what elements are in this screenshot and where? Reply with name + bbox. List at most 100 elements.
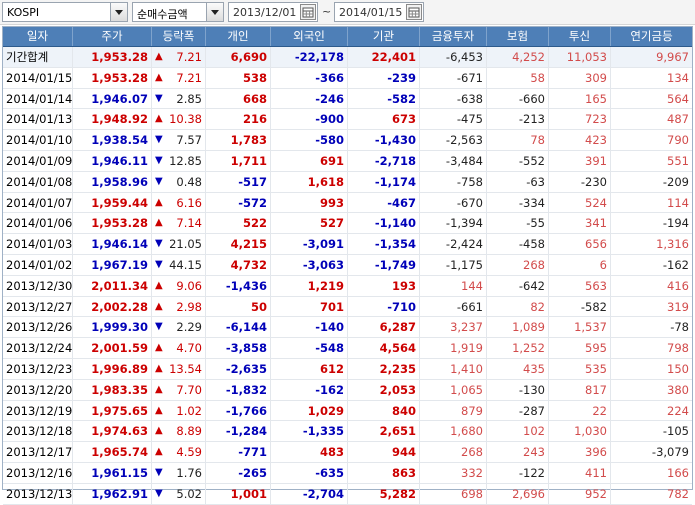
up-arrow-icon: ▲: [155, 425, 163, 437]
insurance-cell: -213: [487, 109, 549, 130]
financial-investment-cell: -2,563: [420, 130, 487, 150]
change-cell: ▲ 2.98: [152, 296, 206, 317]
table-row[interactable]: 2014/01/09 1,946.11 ▼ 12.85 1,711 691 -2,718 -3…: [3, 151, 692, 172]
change-value: 2.85: [176, 91, 202, 106]
table-row[interactable]: 2013/12/18 1,974.63 ▲ 8.89 -1,284 -1,335 2,651…: [3, 421, 692, 443]
table-row[interactable]: 2013/12/23 1,996.89 ▲ 13.54 -2,635 612 2,235 1,…: [3, 359, 692, 380]
change-value: 1.76: [176, 466, 202, 480]
down-arrow-icon: ▼: [155, 155, 163, 166]
up-arrow-icon: ▲: [155, 113, 163, 125]
table-row[interactable]: 2013/12/16 1,961.15 ▼ 1.76 -265 -635 863 332 -12…: [3, 463, 692, 484]
investment-trust-cell: 411: [549, 463, 611, 483]
table-row[interactable]: 2014/01/08 1,958.96 ▼ 0.48 -517 1,618 -1,174 -7…: [3, 171, 692, 193]
change-value: 5.02: [176, 486, 202, 501]
investment-trust-cell: 396: [549, 442, 611, 462]
investment-trust-cell: 391: [549, 151, 611, 171]
foreign-cell: -580: [271, 130, 348, 150]
market-select[interactable]: KOSPI: [2, 2, 128, 22]
institution-cell: 6,287: [348, 317, 420, 338]
change-value: 9.06: [176, 278, 202, 293]
pension-cell: 150: [667, 362, 689, 376]
table-row[interactable]: 2014/01/07 1,959.44 ▲ 6.16 -572 993 -467 -670 -3…: [3, 192, 692, 214]
individual-cell: -1,436: [206, 275, 271, 296]
institution-cell: -2,718: [348, 151, 420, 171]
metric-select[interactable]: 순매수금액: [132, 2, 224, 22]
table-row[interactable]: 2013/12/26 1,999.30 ▼ 2.29 -6,144 -140 6,287 3,…: [3, 317, 692, 339]
table-row[interactable]: 2013/12/30 2,011.34 ▲ 9.06 -1,436 1,219 193 144…: [3, 275, 692, 297]
table-row[interactable]: 2014/01/10 1,938.54 ▼ 7.57 1,783 -580 -1,430 -2…: [3, 130, 692, 151]
foreign-cell: -548: [271, 338, 348, 358]
table-row[interactable]: 2014/01/13 1,948.92 ▲ 10.38 216 -900 673 -475 -2…: [3, 109, 692, 131]
foreign-cell: 1,219: [271, 275, 348, 296]
chevron-down-icon[interactable]: [206, 3, 223, 21]
change-cell: ▲ 6.16: [152, 192, 206, 213]
investment-trust-column-header[interactable]: 투신: [549, 27, 611, 46]
date-cell: 2013/12/16: [3, 463, 73, 483]
end-date-field[interactable]: 2014/01/15: [334, 2, 424, 22]
table-row[interactable]: 2013/12/20 1,983.35 ▲ 7.70 -1,832 -162 2,053 1,…: [3, 379, 692, 401]
insurance-cell: 1,089: [487, 317, 549, 338]
financial-investment-cell: -671: [420, 67, 487, 88]
date-cell: 2013/12/18: [3, 421, 73, 442]
pension-cell: 782: [667, 486, 689, 501]
investment-trust-cell: 524: [549, 192, 611, 213]
table-row[interactable]: 2013/12/17 1,965.74 ▲ 4.59 -771 483 944 268 243 3…: [3, 442, 692, 463]
table-header: 일자 주가 등락폭 개인 외국인 기관 금융투자 보험 투신 연기금등: [3, 27, 692, 47]
individual-cell: 1,711: [206, 151, 271, 171]
financial-investment-cell: 1,410: [420, 359, 487, 379]
date-cell: 2013/12/19: [3, 400, 73, 421]
date-cell: 2014/01/14: [3, 88, 73, 109]
market-select-value: KOSPI: [7, 6, 40, 19]
table-row[interactable]: 2014/01/06 1,953.28 ▲ 7.14 522 527 -1,140 -1,39…: [3, 213, 692, 235]
table-row[interactable]: 2013/12/27 2,002.28 ▲ 2.98 50 701 -710 -661 82 -5…: [3, 296, 692, 318]
pension-column-header[interactable]: 연기금등: [611, 27, 692, 46]
down-arrow-icon: ▼: [155, 467, 163, 478]
table-row[interactable]: 2014/01/15 1,953.28 ▲ 7.21 538 -366 -239 -671 58…: [3, 67, 692, 89]
chevron-down-icon[interactable]: [110, 3, 127, 21]
investment-trust-cell: 6: [549, 255, 611, 275]
institution-cell: -1,430: [348, 130, 420, 150]
change-cell: ▼ 2.29: [152, 317, 206, 338]
price-column-header[interactable]: 주가: [73, 27, 152, 46]
table-row[interactable]: 2013/12/24 2,001.59 ▲ 4.70 -3,858 -548 4,564 1,…: [3, 338, 692, 359]
institution-column-header[interactable]: 기관: [348, 27, 420, 46]
institution-cell: -1,140: [348, 213, 420, 234]
individual-cell: -771: [206, 442, 271, 462]
change-column-header[interactable]: 등락폭: [152, 27, 206, 46]
financial-investment-column-header[interactable]: 금융투자: [420, 27, 487, 46]
change-cell: ▲ 4.70: [152, 338, 206, 358]
insurance-cell: 78: [487, 130, 549, 150]
down-arrow-icon: ▼: [155, 134, 163, 146]
investor-trade-table: 일자 주가 등락폭 개인 외국인 기관 금융투자 보험 투신 연기금등 기간합계 1,953.28 ▲…: [2, 26, 693, 505]
date-cell: 2014/01/08: [3, 171, 73, 192]
table-row[interactable]: 2014/01/02 1,967.19 ▼ 44.15 4,732 -3,063 -1,74…: [3, 255, 692, 276]
foreign-column-header[interactable]: 외국인: [271, 27, 348, 46]
investment-trust-cell: 1,537: [549, 317, 611, 338]
insurance-cell: 58: [487, 67, 549, 88]
calendar-icon[interactable]: [300, 4, 316, 20]
financial-investment-cell: 698: [420, 483, 487, 504]
change-cell: ▲ 7.14: [152, 213, 206, 234]
insurance-column-header[interactable]: 보험: [487, 27, 549, 46]
down-arrow-icon: ▼: [155, 259, 163, 270]
individual-column-header[interactable]: 개인: [206, 27, 271, 46]
date-cell: 2014/01/13: [3, 109, 73, 130]
start-date-field[interactable]: 2013/12/01: [228, 2, 318, 22]
up-arrow-icon: ▲: [155, 196, 163, 208]
pension-cell: 380: [667, 382, 689, 397]
table-row[interactable]: 2013/12/13 1,962.91 ▼ 5.02 1,001 -2,704 5,282 6…: [3, 483, 692, 505]
change-cell: ▼ 0.48: [152, 171, 206, 192]
table-row[interactable]: 2013/12/19 1,975.65 ▲ 1.02 -1,766 1,029 840 879…: [3, 400, 692, 422]
table-row[interactable]: 2014/01/14 1,946.07 ▼ 2.85 668 -246 -582 -638 -6…: [3, 88, 692, 110]
date-column-header[interactable]: 일자: [3, 27, 73, 46]
pension-cell: -194: [662, 216, 689, 231]
period-total-row[interactable]: 기간합계 1,953.28 ▲ 7.21 6,690 -22,178 22,401 -6,45…: [3, 47, 692, 68]
insurance-cell: -552: [487, 151, 549, 171]
date-cell: 2013/12/27: [3, 296, 73, 317]
calendar-icon[interactable]: [406, 4, 422, 20]
price-cell: 1,961.15: [73, 463, 152, 483]
date-cell: 2013/12/23: [3, 359, 73, 379]
end-date-value: 2014/01/15: [339, 6, 403, 19]
toolbar: KOSPI 순매수금액 2013/12/01 ~ 2014/01/15: [0, 0, 695, 25]
table-row[interactable]: 2014/01/03 1,946.14 ▼ 21.05 4,215 -3,091 -1,35…: [3, 234, 692, 255]
